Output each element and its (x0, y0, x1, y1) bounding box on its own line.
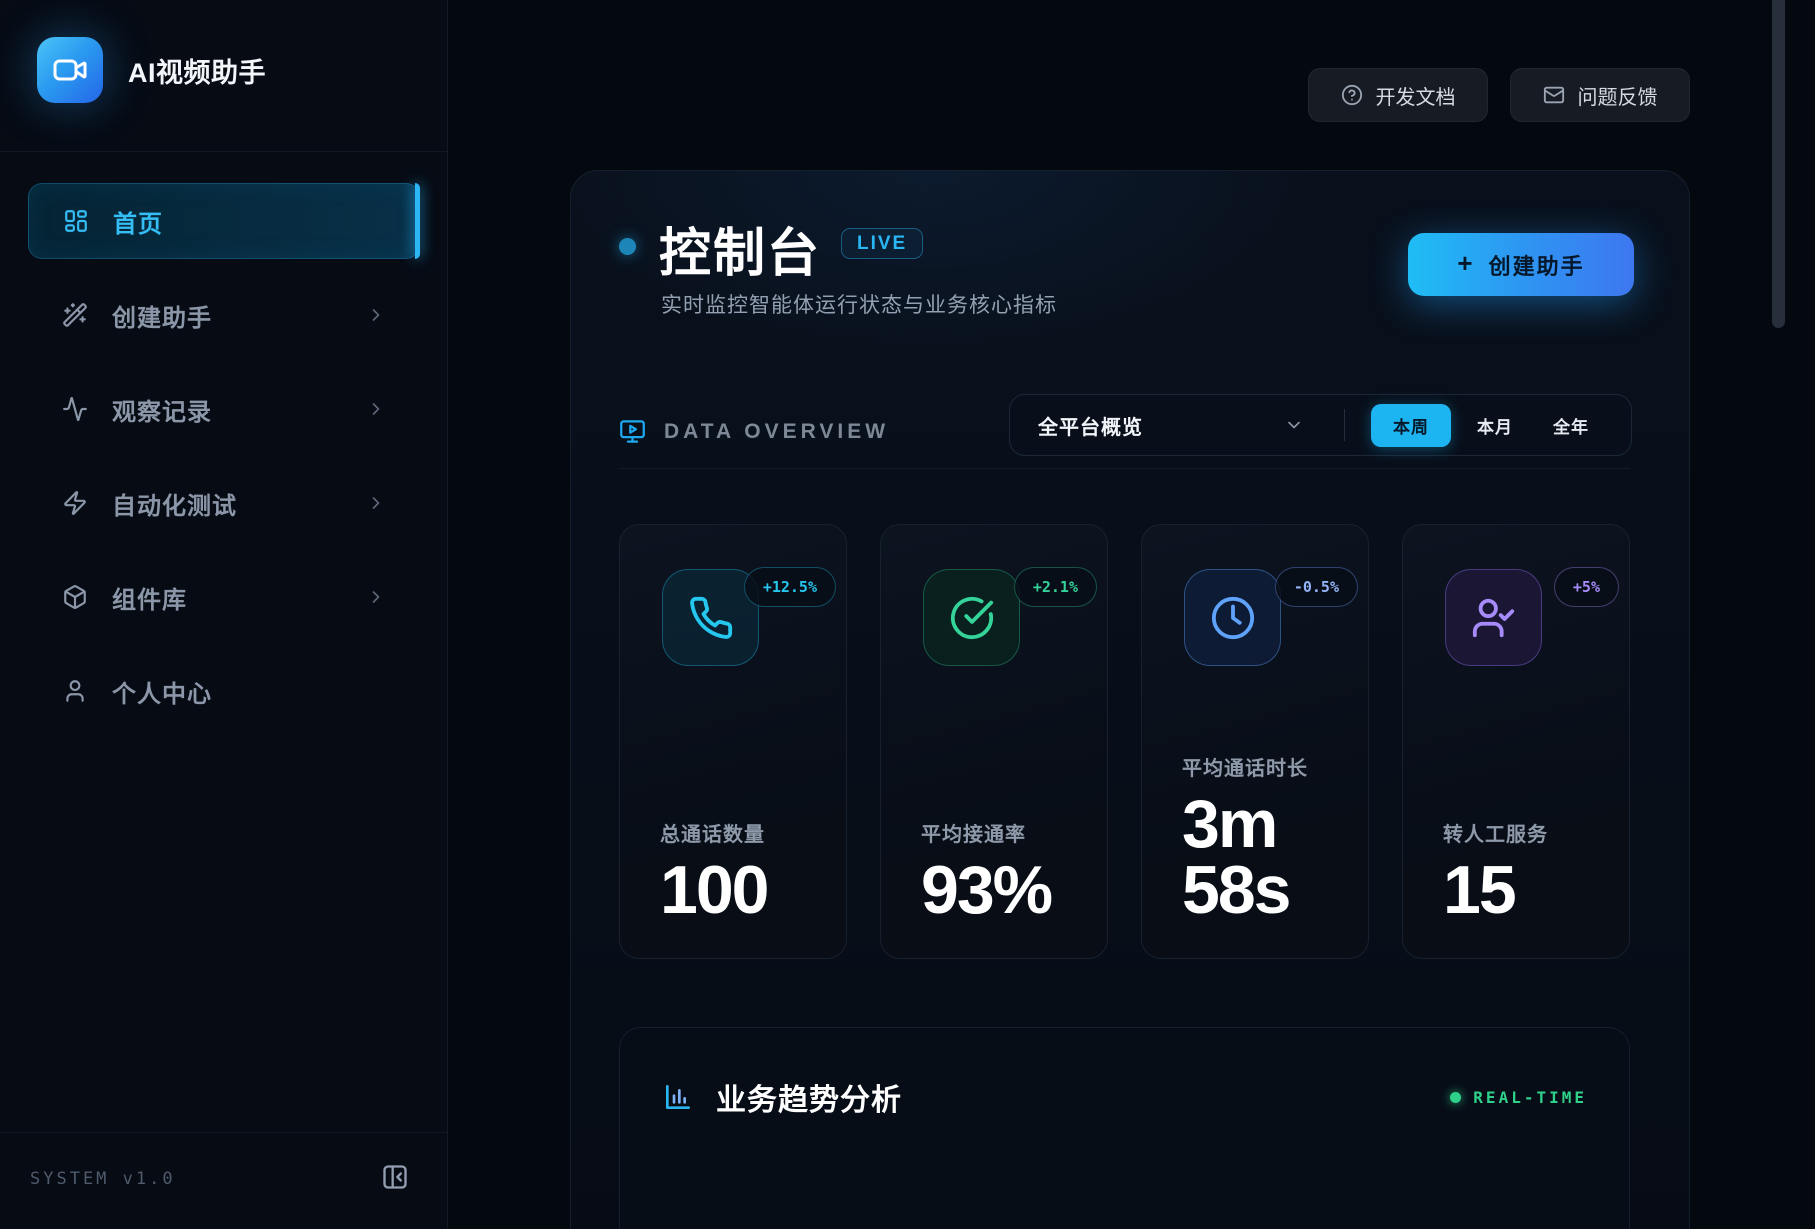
realtime-dot (1450, 1092, 1461, 1103)
sidebar-item-automated-testing[interactable]: 自动化测试 (28, 465, 420, 541)
change-badge: +5% (1554, 567, 1619, 607)
sidebar-item-label: 个人中心 (112, 674, 386, 709)
live-badge: LIVE (841, 228, 923, 259)
trend-analysis-card: 业务趋势分析 REAL-TIME (619, 1027, 1630, 1229)
cube-box-icon (62, 584, 88, 610)
trend-title: 业务趋势分析 (716, 1075, 902, 1119)
stat-text-block: 平均接通率 93% (921, 818, 1091, 924)
app-root: AI视频助手 首页 创建助手 (0, 0, 1815, 1229)
mail-icon (1543, 84, 1565, 106)
tab-week[interactable]: 本周 (1371, 404, 1451, 447)
sidebar-item-label: 创建助手 (112, 298, 366, 333)
data-overview-heading: DATA OVERVIEW (619, 418, 889, 445)
stat-label: 平均通话时长 (1182, 752, 1352, 781)
stat-label: 平均接通率 (921, 818, 1091, 847)
chevron-down-icon[interactable] (1284, 415, 1304, 435)
feedback-button[interactable]: 问题反馈 (1510, 68, 1690, 122)
brand: AI视频助手 (37, 37, 266, 103)
sidebar-item-label: 首页 (113, 204, 385, 239)
platform-select[interactable]: 全平台概览 (1038, 411, 1143, 440)
trend-header: 业务趋势分析 REAL-TIME (662, 1075, 1587, 1119)
sidebar-footer: SYSTEM v1.0 (0, 1132, 447, 1229)
stat-text-block: 总通话数量 100 (660, 818, 830, 924)
stat-value: 3m 58s (1182, 791, 1352, 924)
feedback-button-label: 问题反馈 (1578, 81, 1658, 110)
page-title: 控制台 (659, 211, 821, 286)
change-badge: +2.1% (1014, 567, 1097, 607)
dashboard-grid-icon (63, 208, 89, 234)
data-overview-label: DATA OVERVIEW (664, 420, 889, 444)
sidebar-item-component-library[interactable]: 组件库 (28, 559, 420, 635)
chevron-right-icon (366, 587, 386, 607)
plus-icon: + (1457, 248, 1474, 279)
realtime-label: REAL-TIME (1473, 1088, 1587, 1107)
activity-pulse-icon (62, 396, 88, 422)
user-icon (62, 678, 88, 704)
magic-wand-icon (62, 302, 88, 328)
sidebar-nav: 首页 创建助手 (28, 183, 420, 747)
stat-card-total-calls: +12.5% 总通话数量 100 (619, 524, 847, 959)
panel-collapse-icon (381, 1163, 409, 1191)
stat-card-answer-rate: +2.1% 平均接通率 93% (880, 524, 1108, 959)
sidebar-item-profile[interactable]: 个人中心 (28, 653, 420, 729)
realtime-indicator: REAL-TIME (1450, 1088, 1587, 1107)
stats-row: +12.5% 总通话数量 100 +2.1% 平均接通率 93% (619, 524, 1630, 959)
create-assistant-label: 创建助手 (1489, 249, 1585, 281)
chevron-right-icon (366, 305, 386, 325)
clock-icon (1184, 569, 1281, 666)
chevron-right-icon (366, 493, 386, 513)
app-title: AI视频助手 (128, 51, 266, 90)
stat-text-block: 转人工服务 15 (1443, 818, 1613, 924)
sidebar-item-home[interactable]: 首页 (28, 183, 420, 259)
controls-divider (1344, 409, 1345, 441)
sidebar-divider (0, 151, 447, 152)
video-camera-icon (37, 37, 103, 103)
chevron-right-icon (366, 399, 386, 419)
sidebar-item-create-assistant[interactable]: 创建助手 (28, 277, 420, 353)
stat-text-block: 平均通话时长 3m 58s (1182, 752, 1352, 924)
monitor-play-icon (619, 418, 646, 445)
sidebar-item-label: 自动化测试 (112, 486, 366, 521)
docs-button-label: 开发文档 (1376, 81, 1456, 110)
create-assistant-button[interactable]: + 创建助手 (1408, 233, 1634, 296)
change-badge: +12.5% (744, 567, 836, 607)
sidebar-item-label: 组件库 (112, 580, 366, 615)
help-circle-icon (1341, 84, 1363, 106)
tab-month[interactable]: 本月 (1463, 404, 1527, 447)
change-badge: -0.5% (1275, 567, 1358, 607)
section-divider (619, 468, 1630, 469)
lightning-bolt-icon (62, 490, 88, 516)
console-panel: 控制台 LIVE 实时监控智能体运行状态与业务核心指标 + 创建助手 DATA … (570, 170, 1690, 1229)
stat-label: 总通话数量 (660, 818, 830, 847)
sidebar-item-observation-records[interactable]: 观察记录 (28, 371, 420, 447)
status-dot (619, 238, 636, 255)
system-version: SYSTEM v1.0 (30, 1169, 176, 1189)
stat-value: 93% (921, 857, 1091, 924)
stat-card-human-transfer: +5% 转人工服务 15 (1402, 524, 1630, 959)
stat-value: 15 (1443, 857, 1613, 924)
stat-label: 转人工服务 (1443, 818, 1613, 847)
docs-button[interactable]: 开发文档 (1308, 68, 1488, 122)
stat-value: 100 (660, 857, 830, 924)
stat-card-avg-duration: -0.5% 平均通话时长 3m 58s (1141, 524, 1369, 959)
tab-year[interactable]: 全年 (1539, 404, 1603, 447)
collapse-sidebar-button[interactable] (381, 1163, 409, 1191)
bar-chart-icon (662, 1081, 694, 1113)
sidebar-item-label: 观察记录 (112, 392, 366, 427)
check-circle-icon (923, 569, 1020, 666)
user-check-icon (1445, 569, 1542, 666)
scrollbar-thumb[interactable] (1772, 0, 1785, 328)
sidebar: AI视频助手 首页 创建助手 (0, 0, 448, 1229)
page-subtitle: 实时监控智能体运行状态与业务核心指标 (661, 289, 1057, 319)
overview-controls: 全平台概览 本周 本月 全年 (1009, 394, 1632, 456)
